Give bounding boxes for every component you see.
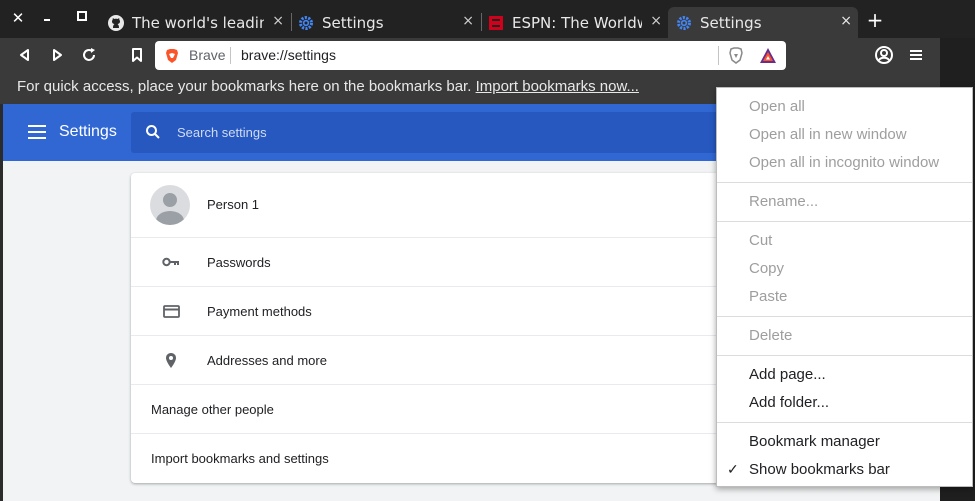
import-bookmarks-row[interactable]: Import bookmarks and settings xyxy=(131,433,751,483)
tab-close-icon[interactable]: × xyxy=(650,13,662,29)
github-icon xyxy=(108,14,124,31)
reload-button[interactable] xyxy=(77,43,101,67)
tab-title: Settings xyxy=(322,13,384,32)
brave-rewards-icon[interactable] xyxy=(759,47,777,68)
bookmarks-bar-message: For quick access, place your bookmarks h… xyxy=(17,78,639,95)
profile-button[interactable] xyxy=(872,43,896,67)
new-tab-button[interactable]: + xyxy=(864,9,886,31)
payment-methods-row[interactable]: Payment methods xyxy=(131,286,751,335)
key-icon xyxy=(161,252,181,272)
menu-item-rename[interactable]: Rename... xyxy=(749,193,818,210)
menu-item-open-all-new-window[interactable]: Open all in new window xyxy=(749,126,907,143)
brave-shields-icon[interactable] xyxy=(728,47,744,68)
tab-settings[interactable]: Settings × xyxy=(292,7,480,38)
menu-item-open-all-incognito[interactable]: Open all in incognito window xyxy=(749,154,939,171)
location-pin-icon xyxy=(161,350,181,370)
bookmarks-bar-hint: For quick access, place your bookmarks h… xyxy=(17,78,472,95)
window-minimize-icon[interactable] xyxy=(34,7,58,29)
menu-item-bookmark-manager[interactable]: Bookmark manager xyxy=(749,433,880,450)
menu-separator xyxy=(717,182,972,183)
menu-item-delete[interactable]: Delete xyxy=(749,327,792,344)
tab-title: ESPN: The Worldwide xyxy=(512,13,642,32)
tab-title: Settings xyxy=(700,13,762,32)
person-row[interactable]: Person 1 xyxy=(131,173,751,237)
checkmark-icon: ✓ xyxy=(727,461,739,477)
menu-separator xyxy=(717,355,972,356)
menu-item-show-bookmarks-bar[interactable]: Show bookmarks bar xyxy=(749,461,890,478)
search-input[interactable] xyxy=(177,122,697,142)
window-maximize-icon[interactable] xyxy=(70,7,94,29)
addresses-label: Addresses and more xyxy=(207,353,327,368)
tab-close-icon[interactable]: × xyxy=(840,13,852,29)
bookmark-button[interactable] xyxy=(125,43,149,67)
gear-icon xyxy=(676,15,692,31)
import-bookmarks-link[interactable]: Import bookmarks now... xyxy=(476,78,639,95)
menu-icon xyxy=(910,50,922,60)
menu-separator xyxy=(717,221,972,222)
tab-espn[interactable]: ESPN: The Worldwide × xyxy=(482,7,668,38)
manage-other-people-label: Manage other people xyxy=(151,402,274,417)
menu-item-copy[interactable]: Copy xyxy=(749,260,784,277)
omnibox-divider xyxy=(718,46,719,65)
menu-item-add-folder[interactable]: Add folder... xyxy=(749,394,829,411)
back-icon xyxy=(20,49,29,61)
window-close-icon[interactable]: ✕ xyxy=(6,7,30,29)
reload-icon xyxy=(83,48,95,61)
avatar xyxy=(150,185,190,225)
back-button[interactable] xyxy=(13,43,37,67)
brave-lion-icon xyxy=(165,48,179,68)
forward-icon xyxy=(53,49,62,61)
bookmarks-context-menu: Open all Open all in new window Open all… xyxy=(716,87,973,487)
manage-other-people-row[interactable]: Manage other people xyxy=(131,384,751,433)
menu-item-paste[interactable]: Paste xyxy=(749,288,787,305)
search-icon xyxy=(145,124,161,144)
tab-title: The world's leading s xyxy=(132,13,264,32)
bookmark-icon xyxy=(132,48,142,62)
profile-icon xyxy=(875,46,893,64)
tab-settings-active[interactable]: Settings × xyxy=(668,7,858,38)
credit-card-icon xyxy=(161,301,181,321)
address-bar[interactable]: Brave brave://settings xyxy=(155,41,786,70)
menu-item-cut[interactable]: Cut xyxy=(749,232,772,249)
main-menu-button[interactable] xyxy=(904,43,928,67)
tab-close-icon[interactable]: × xyxy=(462,13,474,29)
menu-separator xyxy=(717,422,972,423)
espn-icon xyxy=(488,15,504,31)
settings-menu-icon[interactable] xyxy=(28,125,46,139)
addresses-row[interactable]: Addresses and more xyxy=(131,335,751,384)
settings-search[interactable] xyxy=(131,112,731,153)
menu-item-open-all[interactable]: Open all xyxy=(749,98,805,115)
forward-button[interactable] xyxy=(45,43,69,67)
tab-github[interactable]: The world's leading s × xyxy=(100,7,290,38)
menu-item-add-page[interactable]: Add page... xyxy=(749,366,826,383)
tab-strip: ✕ The world's leading s × Settings × ESP… xyxy=(0,0,975,38)
person-name: Person 1 xyxy=(207,197,260,212)
passwords-row[interactable]: Passwords xyxy=(131,237,751,286)
import-bookmarks-label: Import bookmarks and settings xyxy=(151,451,329,466)
toolbar: Brave brave://settings xyxy=(0,38,940,72)
payment-methods-label: Payment methods xyxy=(207,304,312,319)
page-title: Settings xyxy=(59,123,117,140)
omnibox-divider xyxy=(230,47,231,64)
tab-close-icon[interactable]: × xyxy=(272,13,284,29)
omnibox-url[interactable]: brave://settings xyxy=(241,47,336,63)
omnibox-brand-label: Brave xyxy=(189,47,226,63)
people-card: Person 1 Passwords Payment methods Addre… xyxy=(131,173,751,483)
menu-separator xyxy=(717,316,972,317)
passwords-label: Passwords xyxy=(207,255,271,270)
gear-icon xyxy=(298,15,314,31)
